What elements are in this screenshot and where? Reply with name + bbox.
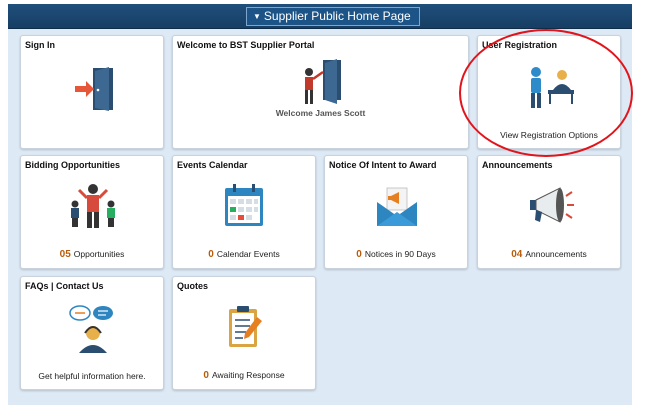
calendar-events-count: 0 <box>208 249 214 260</box>
tile-footer: Get helpful information here. <box>21 371 163 381</box>
registration-options-label: View Registration Options <box>500 130 598 140</box>
tile-quotes[interactable]: Quotes 0 Awaiting Response <box>172 276 316 390</box>
calendar-icon <box>225 184 263 226</box>
notices-label: Notices in 90 Days <box>364 249 436 259</box>
tile-title: FAQs | Contact Us <box>25 281 104 291</box>
caret-down-icon: ▼ <box>253 12 261 21</box>
home-page-dropdown[interactable]: ▼ Supplier Public Home Page <box>246 7 420 26</box>
announcements-label: Announcements <box>525 249 587 259</box>
tile-notice-of-intent[interactable]: Notice Of Intent to Award 0 Notices in 90… <box>324 155 468 269</box>
opportunities-count: 05 <box>59 249 71 260</box>
tile-footer: 04 Announcements <box>478 249 620 260</box>
quotes-label: Awaiting Response <box>211 370 285 380</box>
tile-title: User Registration <box>482 40 558 50</box>
clipboard-pencil-icon <box>229 306 262 347</box>
tile-title: Welcome to BST Supplier Portal <box>177 40 315 50</box>
tile-footer: 0 Calendar Events <box>173 249 315 260</box>
megaphone-icon <box>530 187 574 223</box>
tile-bidding-opportunities[interactable]: Bidding Opportunities 05 Opportunities <box>20 155 164 269</box>
top-banner: ▼ Supplier Public Home Page <box>8 4 632 29</box>
tile-title: Sign In <box>25 40 55 50</box>
tile-announcements[interactable]: Announcements 04 Announcements <box>477 155 621 269</box>
tile-title: Quotes <box>177 281 209 291</box>
tile-sign-in[interactable]: Sign In <box>20 35 164 149</box>
welcome-user-name: Welcome James Scott <box>275 108 366 118</box>
tile-events-calendar[interactable]: Events Calendar 0 Calendar Events <box>172 155 316 269</box>
support-chat-icon <box>69 305 113 353</box>
home-page-label: Supplier Public Home Page <box>263 9 411 23</box>
faqs-help-label: Get helpful information here. <box>38 371 146 381</box>
tile-footer: 0 Awaiting Response <box>173 370 315 381</box>
tile-title: Bidding Opportunities <box>25 160 120 170</box>
tile-title: Events Calendar <box>177 160 248 170</box>
tile-footer: 05 Opportunities <box>21 249 163 260</box>
bidding-group-icon <box>71 184 115 228</box>
tile-area: Sign In Welcome to BST Supplier Portal W… <box>8 29 632 405</box>
tile-title: Announcements <box>482 160 553 170</box>
door-enter-icon <box>75 67 113 111</box>
envelope-megaphone-icon <box>377 187 417 226</box>
tile-title: Notice Of Intent to Award <box>329 160 437 170</box>
opportunities-label: Opportunities <box>73 249 125 259</box>
calendar-events-label: Calendar Events <box>216 249 280 259</box>
quotes-count: 0 <box>203 370 209 381</box>
registration-desk-icon <box>531 67 574 108</box>
notices-count: 0 <box>356 249 362 260</box>
announcements-count: 04 <box>511 249 523 260</box>
tile-footer: 0 Notices in 90 Days <box>325 249 467 260</box>
tile-user-registration[interactable]: User Registration View Registration Opti… <box>477 35 621 149</box>
presenter-door-icon <box>305 59 341 104</box>
tile-footer: View Registration Options <box>478 130 620 140</box>
tile-welcome[interactable]: Welcome to BST Supplier Portal Welcome J… <box>172 35 469 149</box>
tile-faqs-contact[interactable]: FAQs | Contact Us Get helpful informatio… <box>20 276 164 390</box>
